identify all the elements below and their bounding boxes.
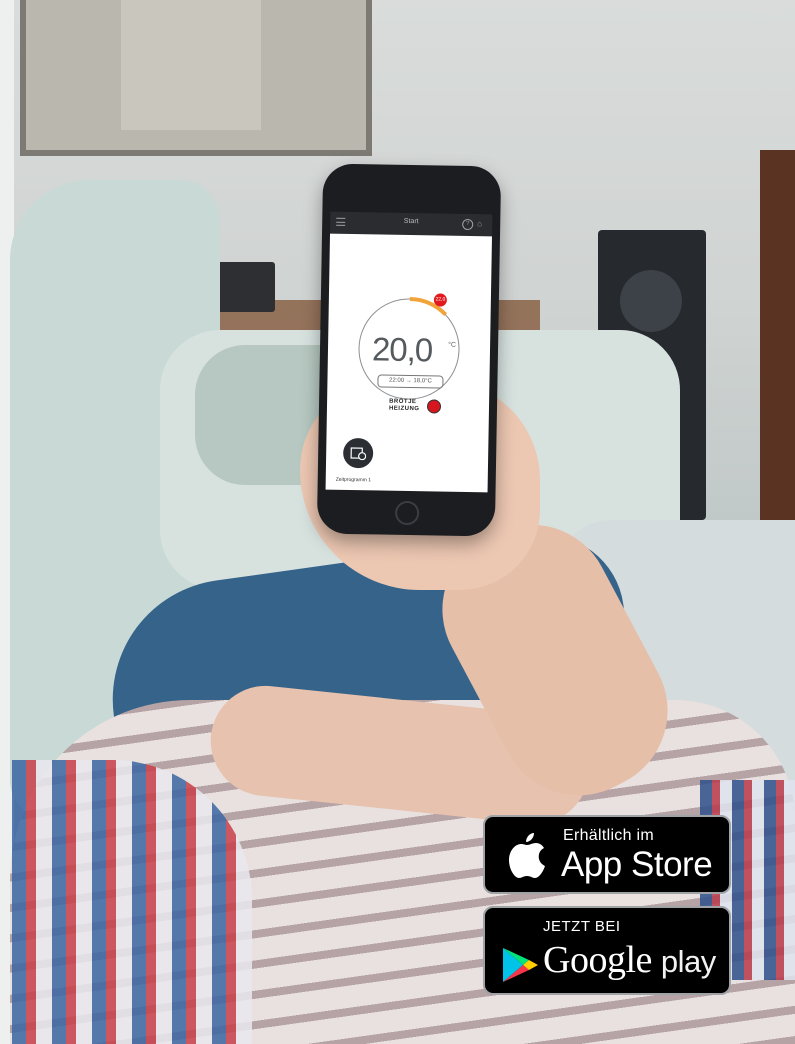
temperature-unit: °C [448, 341, 457, 349]
current-temperature: 20,0 [371, 330, 433, 369]
google-play-big-text: Google play [543, 938, 716, 982]
wall-picture-frame [20, 0, 372, 156]
status-bar [334, 202, 488, 213]
app-store-big-text: App Store [561, 845, 713, 884]
app-store-button[interactable]: Erhältlich im App Store [483, 815, 731, 894]
logo-red-dot [426, 399, 442, 414]
help-icon[interactable]: ? [462, 218, 474, 231]
time-program-label: Zeitprogramm 1 [335, 476, 372, 484]
picture-inner [121, 0, 261, 130]
phone-home-button [394, 500, 420, 526]
time-program-button[interactable] [342, 437, 374, 469]
google-word: Google [543, 939, 652, 981]
app-screen: 22,0 20,0 °C 22:00 → 18,0°C BRÖTJE HEIZU… [325, 233, 492, 493]
schedule-pill[interactable]: 22:00 → 18,0°C [377, 374, 444, 389]
play-word: play [660, 944, 716, 979]
logo-text-top: BRÖTJE [389, 398, 417, 406]
google-play-icon [503, 948, 538, 982]
app-store-small-text: Erhältlich im [563, 827, 655, 844]
smartphone: Start ? ⌂ 22,0 20,0 °C 22:00 → 18,0°C BR… [316, 163, 502, 537]
google-play-small-text: JETZT BEI [543, 918, 621, 935]
home-icon[interactable]: ⌂ [477, 219, 486, 228]
brotje-logo: BRÖTJE HEIZUNG [388, 398, 442, 414]
logo-text-bottom: HEIZUNG [388, 405, 420, 413]
google-play-button[interactable]: JETZT BEI Google play [483, 906, 731, 995]
apple-icon [509, 833, 545, 878]
calendar-clock-icon [350, 447, 367, 461]
wooden-cabinet [760, 150, 795, 570]
app-top-bar: Start ? ⌂ [330, 211, 493, 237]
